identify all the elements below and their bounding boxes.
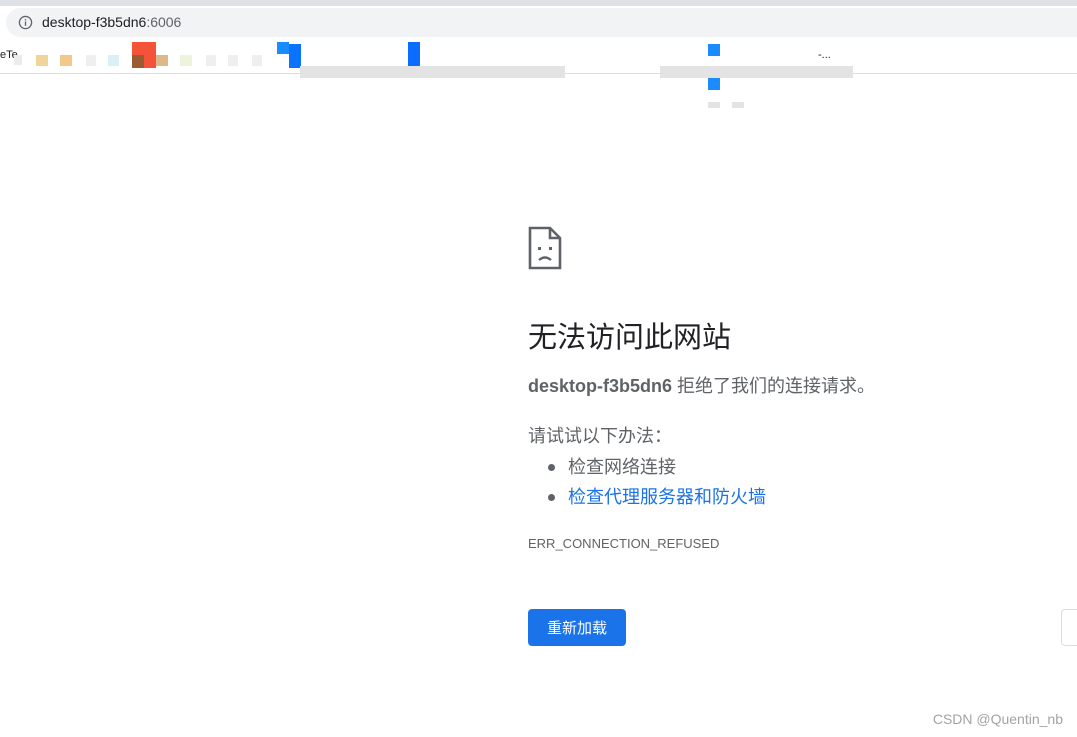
url-host: desktop-f3b5dn6 [42,14,147,30]
bookmark-label[interactable]: -... [818,49,831,61]
bookmark-icon[interactable] [36,55,48,66]
error-code: ERR_CONNECTION_REFUSED [528,536,720,551]
bookmark-icon-part [132,55,144,68]
bookmark-icon[interactable] [180,55,192,66]
bookmark-icon[interactable] [156,55,168,66]
bookmark-icon[interactable] [228,55,238,66]
bullet-icon [548,494,555,501]
suggestions-heading: 请试试以下办法： [528,426,672,446]
url-text[interactable]: desktop-f3b5dn6:6006 [42,14,181,31]
bookmark-icon[interactable] [206,55,216,66]
info-icon[interactable] [18,15,33,30]
bookmark-icon[interactable] [86,55,96,66]
bookmark-icon[interactable] [408,42,420,68]
url-port: :6006 [146,14,182,30]
bookmark-icon[interactable] [14,55,22,65]
reload-button[interactable]: 重新加载 [528,609,626,646]
list-item: 检查代理服务器和防火墙 [528,482,766,512]
error-description: desktop-f3b5dn6 拒绝了我们的连接请求。 [528,374,875,398]
bookmark-dropdown-blur [660,66,853,78]
list-item: 检查网络连接 [528,452,766,482]
page-title: 无法访问此网站 [528,322,732,354]
suggestion-check-network: 检查网络连接 [568,457,676,477]
suggestions-list: 检查网络连接 检查代理服务器和防火墙 [528,452,766,512]
bookmark-dropdown-blur [732,102,744,108]
browser-top-strip [0,0,1077,6]
bookmark-icon[interactable] [108,55,119,66]
error-message: 拒绝了我们的连接请求。 [672,376,876,396]
suggestion-check-proxy-link[interactable]: 检查代理服务器和防火墙 [568,487,766,507]
bullet-icon [548,464,555,471]
details-button[interactable] [1061,609,1077,646]
bookmark-icon[interactable] [60,55,72,66]
bookmark-icon[interactable] [252,55,262,66]
sad-page-icon [528,226,562,270]
bookmark-dropdown-blur [708,78,720,90]
bookmark-icon[interactable] [708,44,720,56]
bookmark-dropdown-blur [300,66,565,78]
bookmark-icon-part [289,44,301,68]
watermark: CSDN @Quentin_nb [932,711,1063,727]
error-host: desktop-f3b5dn6 [528,376,673,396]
bookmark-dropdown-blur [708,102,720,108]
bookmark-icon[interactable] [277,42,289,54]
address-bar[interactable]: desktop-f3b5dn6:6006 [6,8,1077,37]
